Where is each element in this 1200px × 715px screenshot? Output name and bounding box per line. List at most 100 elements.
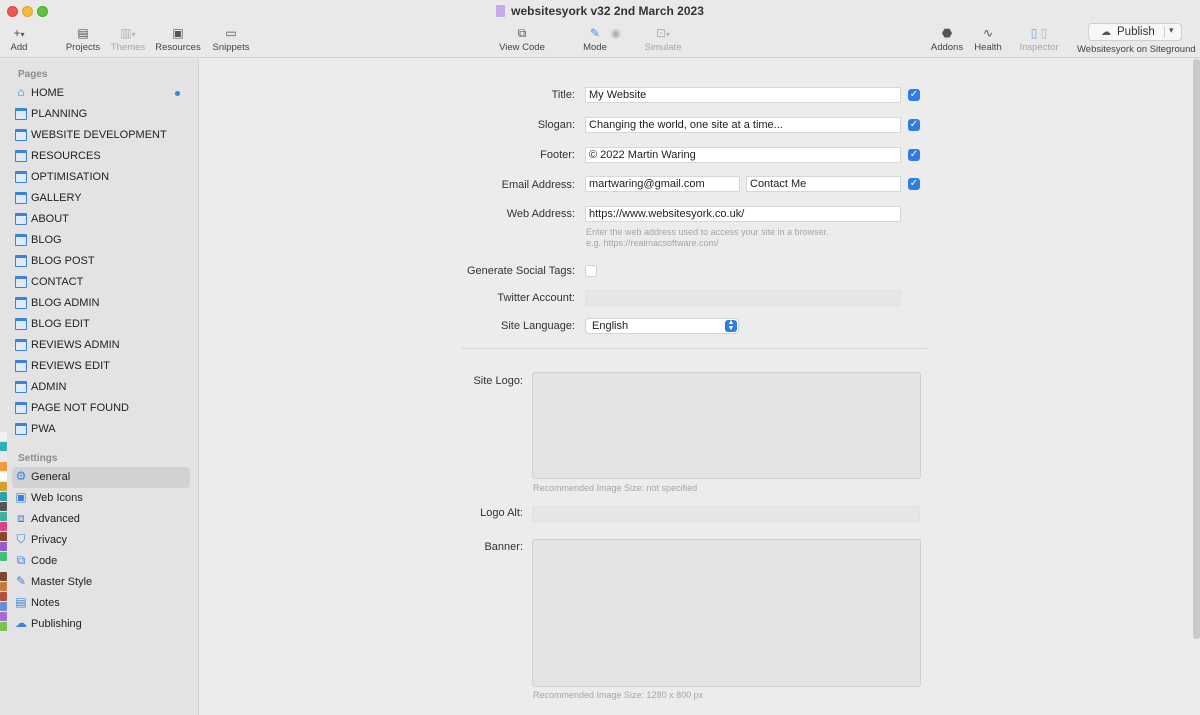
swatch[interactable]: [0, 562, 7, 571]
up-down-stepper-icon: ▲ ▼: [725, 319, 737, 332]
themes-icon: ▥▾: [120, 26, 136, 40]
swatch[interactable]: [0, 442, 7, 451]
page-item-planning[interactable]: PLANNING: [12, 104, 190, 125]
slogan-checkbox[interactable]: ✓: [908, 119, 920, 131]
footer-checkbox[interactable]: ✓: [908, 149, 920, 161]
projects-button[interactable]: ▤ Projects: [62, 24, 104, 53]
site-logo-dropzone[interactable]: [532, 372, 921, 479]
swatch[interactable]: [0, 492, 7, 501]
page-item-website-development[interactable]: WEBSITE DEVELOPMENT: [12, 125, 190, 146]
themes-button[interactable]: ▥▾ Themes: [109, 24, 147, 53]
cloud-icon: ☁: [1101, 27, 1111, 38]
resources-button[interactable]: ▣ Resources: [154, 24, 202, 53]
swatch[interactable]: [0, 602, 7, 611]
add-button[interactable]: +▾ Add: [6, 24, 32, 53]
page-item-page-not-found[interactable]: PAGE NOT FOUND: [12, 398, 190, 419]
swatch[interactable]: [0, 572, 7, 581]
page-item-resources[interactable]: RESOURCES: [12, 146, 190, 167]
swatch[interactable]: [0, 552, 7, 561]
page-item-admin[interactable]: ADMIN: [12, 377, 190, 398]
page-item-blog[interactable]: BLOG: [12, 230, 190, 251]
settings-item-privacy[interactable]: ⛉ Privacy: [12, 530, 190, 551]
email-label: Email Address:: [501, 179, 575, 191]
settings-item-label: Advanced: [31, 513, 80, 525]
page-icon: [15, 339, 27, 351]
page-item-contact[interactable]: CONTACT: [12, 272, 190, 293]
simulate-button[interactable]: ⊡▾ Simulate: [642, 24, 684, 53]
swatch[interactable]: [0, 582, 7, 591]
page-icon: [15, 255, 27, 267]
page-item-optimisation[interactable]: OPTIMISATION: [12, 167, 190, 188]
health-button[interactable]: ∿ Health: [972, 24, 1004, 53]
title-checkbox[interactable]: ✓: [908, 89, 920, 101]
eye-icon: ◉: [610, 26, 622, 40]
page-item-label: ABOUT: [31, 213, 69, 225]
settings-item-publishing[interactable]: ☁ Publishing: [12, 614, 190, 635]
email-checkbox[interactable]: ✓: [908, 178, 920, 190]
swatch[interactable]: [0, 532, 7, 541]
settings-item-advanced[interactable]: ⧈ Advanced: [12, 509, 190, 530]
settings-item-general[interactable]: ⚙ General: [12, 467, 190, 488]
title-input[interactable]: [585, 87, 901, 103]
page-item-about[interactable]: ABOUT: [12, 209, 190, 230]
page-item-gallery[interactable]: GALLERY: [12, 188, 190, 209]
page-item-reviews-edit[interactable]: REVIEWS EDIT: [12, 356, 190, 377]
web-address-input[interactable]: [585, 206, 901, 222]
social-tags-label: Generate Social Tags:: [466, 265, 575, 277]
swatch[interactable]: [0, 592, 7, 601]
settings-item-label: Publishing: [31, 618, 82, 630]
preview-button[interactable]: ◉: [598, 24, 634, 42]
swatch[interactable]: [0, 622, 7, 631]
logo-alt-input[interactable]: [532, 506, 920, 522]
settings-item-label: Notes: [31, 597, 60, 609]
section-divider: [462, 348, 927, 349]
view-code-label: View Code: [499, 42, 545, 53]
settings-item-label: Web Icons: [31, 492, 83, 504]
social-tags-checkbox[interactable]: [585, 265, 597, 277]
simulate-label: Simulate: [644, 42, 682, 53]
page-item-blog-admin[interactable]: BLOG ADMIN: [12, 293, 190, 314]
page-item-blog-edit[interactable]: BLOG EDIT: [12, 314, 190, 335]
swatch[interactable]: [0, 472, 7, 481]
swatch[interactable]: [0, 462, 7, 471]
image-icon: ▣: [15, 490, 27, 504]
swatch[interactable]: [0, 502, 7, 511]
page-item-label: WEBSITE DEVELOPMENT: [31, 129, 167, 141]
settings-item-web-icons[interactable]: ▣ Web Icons: [12, 488, 190, 509]
settings-item-code[interactable]: ⧉ Code: [12, 551, 190, 572]
twitter-input[interactable]: [585, 290, 901, 306]
swatch[interactable]: [0, 542, 7, 551]
footer-input[interactable]: [585, 147, 901, 163]
page-item-blog-post[interactable]: BLOG POST: [12, 251, 190, 272]
banner-dropzone[interactable]: [532, 539, 921, 687]
email-link-text-input[interactable]: [746, 176, 901, 192]
language-select[interactable]: English ▲ ▼: [585, 318, 739, 334]
page-item-pwa[interactable]: PWA: [12, 419, 190, 440]
swatch[interactable]: [0, 612, 7, 621]
slogan-input[interactable]: [585, 117, 901, 133]
page-item-reviews-admin[interactable]: REVIEWS ADMIN: [12, 335, 190, 356]
swatch[interactable]: [0, 432, 7, 441]
settings-item-master-style[interactable]: ✎ Master Style: [12, 572, 190, 593]
swatch[interactable]: [0, 482, 7, 491]
swatch[interactable]: [0, 512, 7, 521]
settings-item-label: Code: [31, 555, 58, 567]
email-input[interactable]: [585, 176, 740, 192]
page-icon: [15, 360, 27, 372]
addons-button[interactable]: ⬣ Addons: [929, 24, 965, 53]
publish-button[interactable]: ☁ Publish ▾: [1088, 23, 1182, 41]
page-item-label: BLOG EDIT: [31, 318, 90, 330]
right-panel-icon: ▯: [1040, 26, 1048, 40]
swatch[interactable]: [0, 452, 7, 461]
view-code-button[interactable]: ⧉ View Code: [496, 24, 548, 53]
scrollbar[interactable]: [1193, 59, 1200, 639]
swatch[interactable]: [0, 522, 7, 531]
resources-label: Resources: [155, 42, 201, 53]
advanced-icon: ⧈: [17, 511, 25, 525]
chevron-down-icon[interactable]: ▾: [1169, 25, 1174, 36]
page-item-home[interactable]: ⌂ HOME: [12, 83, 190, 104]
settings-item-notes[interactable]: ▤ Notes: [12, 593, 190, 614]
inspector-button[interactable]: ▯ ▯ Inspector: [1017, 24, 1061, 53]
snippets-button[interactable]: ▭ Snippets: [209, 24, 253, 53]
left-panel-icon: ▯: [1030, 26, 1038, 40]
